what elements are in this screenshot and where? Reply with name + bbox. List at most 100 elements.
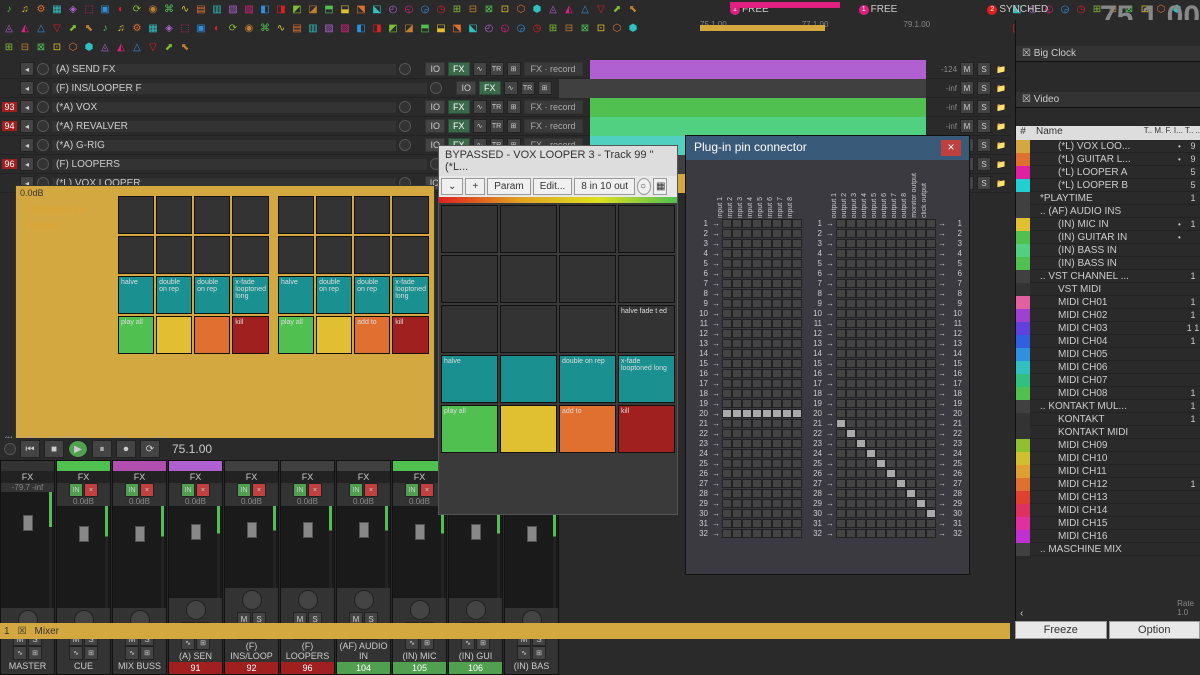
pin-cell[interactable] bbox=[836, 359, 846, 368]
folder-icon[interactable]: 📁 bbox=[994, 81, 1008, 95]
pin-cell[interactable] bbox=[916, 459, 926, 468]
pin-cell[interactable] bbox=[856, 449, 866, 458]
toolbar-icon-112[interactable]: ⬡ bbox=[610, 21, 624, 35]
pin-cell[interactable] bbox=[846, 229, 856, 238]
pin-cell[interactable] bbox=[856, 409, 866, 418]
pin-cell[interactable] bbox=[906, 519, 916, 528]
pin-cell[interactable] bbox=[836, 379, 846, 388]
pin-cell[interactable] bbox=[722, 339, 732, 348]
pin-cell[interactable] bbox=[762, 439, 772, 448]
solo-button[interactable]: S bbox=[977, 119, 991, 133]
pin-cell[interactable] bbox=[742, 509, 752, 518]
tracklist-row[interactable]: (*L) GUITAR L... • 9 bbox=[1016, 153, 1200, 166]
pin-cell[interactable] bbox=[762, 399, 772, 408]
pin-cell[interactable] bbox=[762, 489, 772, 498]
pin-cell[interactable] bbox=[846, 339, 856, 348]
pin-cell[interactable] bbox=[856, 469, 866, 478]
toolbar-icon-98[interactable]: ◩ bbox=[386, 21, 400, 35]
mixer-fader[interactable] bbox=[281, 506, 334, 588]
pin-cell[interactable] bbox=[752, 229, 762, 238]
pin-cell[interactable] bbox=[916, 429, 926, 438]
pin-cell[interactable] bbox=[876, 329, 886, 338]
pin-cell[interactable] bbox=[792, 279, 802, 288]
pin-cell[interactable] bbox=[886, 219, 896, 228]
pin-cell[interactable] bbox=[782, 349, 792, 358]
pin-cell[interactable] bbox=[916, 489, 926, 498]
pin-cell[interactable] bbox=[752, 359, 762, 368]
pin-cell[interactable] bbox=[886, 469, 896, 478]
toolbar-icon-30[interactable]: ⊠ bbox=[482, 2, 496, 16]
pin-cell[interactable] bbox=[886, 459, 896, 468]
pin-cell[interactable] bbox=[886, 339, 896, 348]
pin-cell[interactable] bbox=[856, 349, 866, 358]
pin-cell[interactable] bbox=[752, 239, 762, 248]
pin-cell[interactable] bbox=[742, 439, 752, 448]
toolbar-icon-85[interactable]: ⬚ bbox=[178, 21, 192, 35]
pin-cell[interactable] bbox=[876, 519, 886, 528]
pin-cell[interactable] bbox=[772, 419, 782, 428]
pin-cell[interactable] bbox=[876, 279, 886, 288]
pin-cell[interactable] bbox=[782, 389, 792, 398]
pin-cell[interactable] bbox=[896, 259, 906, 268]
pin-cell[interactable] bbox=[886, 489, 896, 498]
pin-cell[interactable] bbox=[916, 509, 926, 518]
tracklist-row[interactable]: MIDI CH05 bbox=[1016, 348, 1200, 361]
pin-cell[interactable] bbox=[876, 529, 886, 538]
pin-cell[interactable] bbox=[782, 219, 792, 228]
pin-cell[interactable] bbox=[772, 329, 782, 338]
pin-cell[interactable] bbox=[762, 239, 772, 248]
tracklist-row[interactable]: KONTAKT MIDI bbox=[1016, 426, 1200, 439]
pin-cell[interactable] bbox=[856, 339, 866, 348]
mixer-fx[interactable]: FX bbox=[281, 471, 334, 483]
pin-cell[interactable] bbox=[782, 499, 792, 508]
pin-cell[interactable] bbox=[906, 389, 916, 398]
mixer-opt[interactable]: ⊞ bbox=[140, 646, 154, 660]
pin-cell[interactable] bbox=[876, 309, 886, 318]
pin-cell[interactable] bbox=[752, 399, 762, 408]
toolbar-icon-105[interactable]: ◵ bbox=[498, 21, 512, 35]
mixer-x[interactable]: × bbox=[140, 483, 154, 497]
mixer-channel[interactable]: FX IN× 0.0dB MS ∿⊞ (F) INS/LOOP 92 bbox=[224, 460, 279, 675]
pin-close-button[interactable]: × bbox=[941, 140, 961, 156]
pin-cell[interactable] bbox=[732, 529, 742, 538]
tracklist-row[interactable]: (IN) BASS IN bbox=[1016, 244, 1200, 257]
pin-cell[interactable] bbox=[926, 369, 936, 378]
pin-cell[interactable] bbox=[896, 489, 906, 498]
plugin-pad[interactable]: halve fade t ed bbox=[618, 305, 675, 353]
pin-cell[interactable] bbox=[752, 309, 762, 318]
pin-cell[interactable] bbox=[792, 529, 802, 538]
pin-cell[interactable] bbox=[886, 499, 896, 508]
pin-cell[interactable] bbox=[752, 469, 762, 478]
pin-cell[interactable] bbox=[762, 339, 772, 348]
pin-cell[interactable] bbox=[752, 489, 762, 498]
pin-cell[interactable] bbox=[836, 429, 846, 438]
transport-knob[interactable] bbox=[4, 443, 16, 455]
pin-cell[interactable] bbox=[896, 519, 906, 528]
pin-cell[interactable] bbox=[722, 269, 732, 278]
pin-cell[interactable] bbox=[876, 399, 886, 408]
pin-cell[interactable] bbox=[792, 449, 802, 458]
pin-cell[interactable] bbox=[752, 329, 762, 338]
mixer-channel[interactable]: FX IN× 0.0dB MS ∿⊞ MIX BUSS bbox=[112, 460, 167, 675]
pin-cell[interactable] bbox=[856, 319, 866, 328]
extra-btn[interactable]: ∿ bbox=[473, 119, 487, 133]
mixer-fader[interactable] bbox=[505, 506, 558, 608]
pin-cell[interactable] bbox=[742, 359, 752, 368]
pin-cell[interactable] bbox=[772, 219, 782, 228]
pin-cell[interactable] bbox=[782, 419, 792, 428]
pin-cell[interactable] bbox=[782, 289, 792, 298]
pin-cell[interactable] bbox=[886, 299, 896, 308]
pin-cell[interactable] bbox=[866, 509, 876, 518]
looper-pad[interactable] bbox=[194, 196, 230, 234]
pin-cell[interactable] bbox=[792, 379, 802, 388]
track-expand[interactable]: ◂ bbox=[20, 138, 34, 152]
record-mode[interactable]: FX · record bbox=[524, 100, 583, 114]
pin-cell[interactable] bbox=[876, 369, 886, 378]
track-knob[interactable] bbox=[399, 63, 411, 75]
tracklist-row[interactable]: .. (AF) AUDIO INS bbox=[1016, 205, 1200, 218]
pin-cell[interactable] bbox=[896, 309, 906, 318]
pin-cell[interactable] bbox=[886, 319, 896, 328]
pin-cell[interactable] bbox=[782, 479, 792, 488]
track-knob[interactable] bbox=[399, 120, 411, 132]
mixer-opt[interactable]: ⊞ bbox=[28, 646, 42, 660]
